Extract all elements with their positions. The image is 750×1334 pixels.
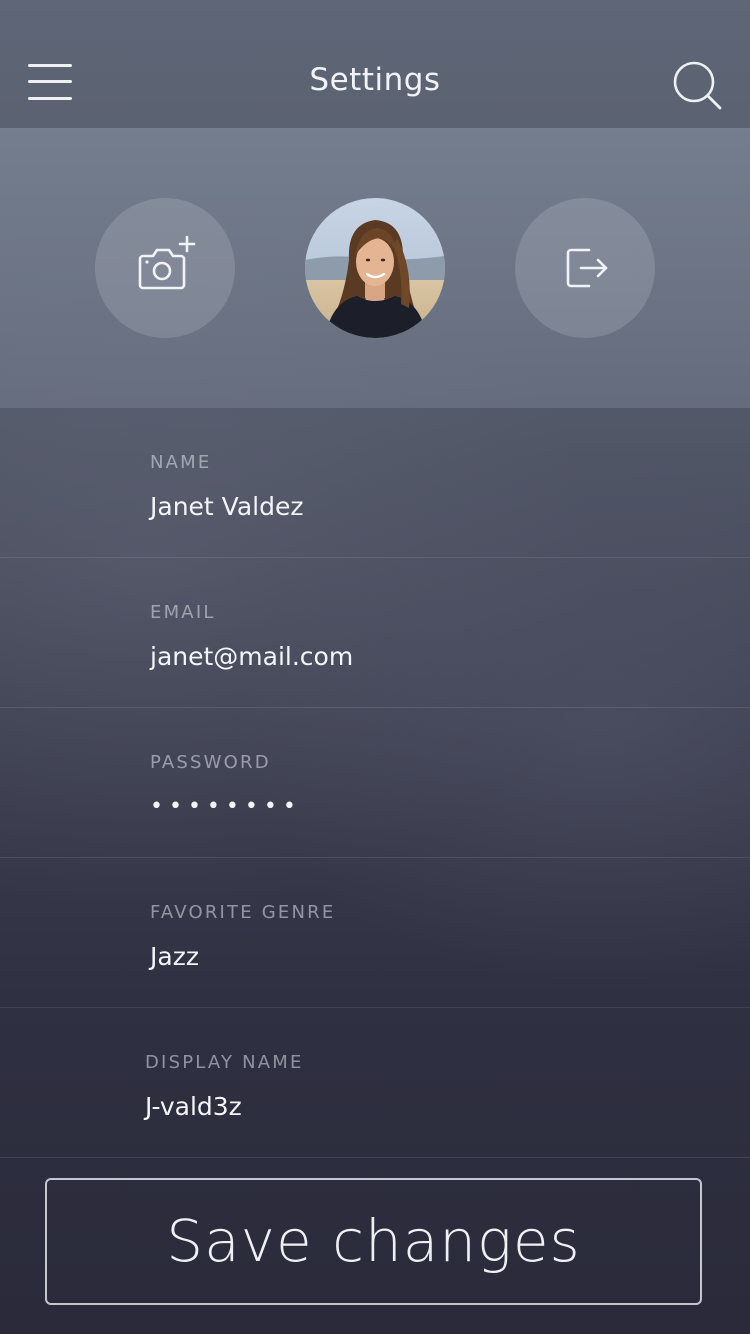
logout-button[interactable] bbox=[515, 198, 655, 338]
field-label: FAVORITE GENRE bbox=[150, 902, 336, 923]
logout-icon bbox=[566, 248, 608, 288]
profile-photo bbox=[305, 198, 445, 338]
avatar[interactable] bbox=[305, 198, 445, 338]
email-input[interactable]: janet@mail.com bbox=[150, 642, 353, 671]
save-changes-button[interactable]: Save changes bbox=[45, 1178, 702, 1305]
field-label: EMAIL bbox=[150, 602, 216, 623]
favorite-genre-input[interactable]: Jazz bbox=[150, 942, 199, 971]
field-label: NAME bbox=[150, 452, 212, 473]
search-icon[interactable] bbox=[672, 60, 724, 112]
password-field[interactable]: PASSWORD •••••••• bbox=[0, 708, 750, 858]
page-title: Settings bbox=[309, 62, 441, 98]
settings-form: NAME Janet Valdez EMAIL janet@mail.com P… bbox=[0, 408, 750, 1158]
display-name-input[interactable]: J-vald3z bbox=[145, 1092, 242, 1121]
password-input[interactable]: •••••••• bbox=[150, 794, 302, 819]
favorite-genre-field[interactable]: FAVORITE GENRE Jazz bbox=[0, 858, 750, 1008]
field-label: DISPLAY NAME bbox=[145, 1052, 304, 1073]
name-field[interactable]: NAME Janet Valdez bbox=[0, 408, 750, 558]
top-bar: Settings bbox=[0, 0, 750, 128]
camera-plus-icon bbox=[138, 235, 196, 290]
email-field[interactable]: EMAIL janet@mail.com bbox=[0, 558, 750, 708]
profile-header bbox=[0, 128, 750, 408]
display-name-field[interactable]: DISPLAY NAME J-vald3z bbox=[0, 1008, 750, 1158]
name-input[interactable]: Janet Valdez bbox=[150, 492, 303, 521]
field-label: PASSWORD bbox=[150, 752, 271, 773]
add-photo-button[interactable] bbox=[95, 198, 235, 338]
